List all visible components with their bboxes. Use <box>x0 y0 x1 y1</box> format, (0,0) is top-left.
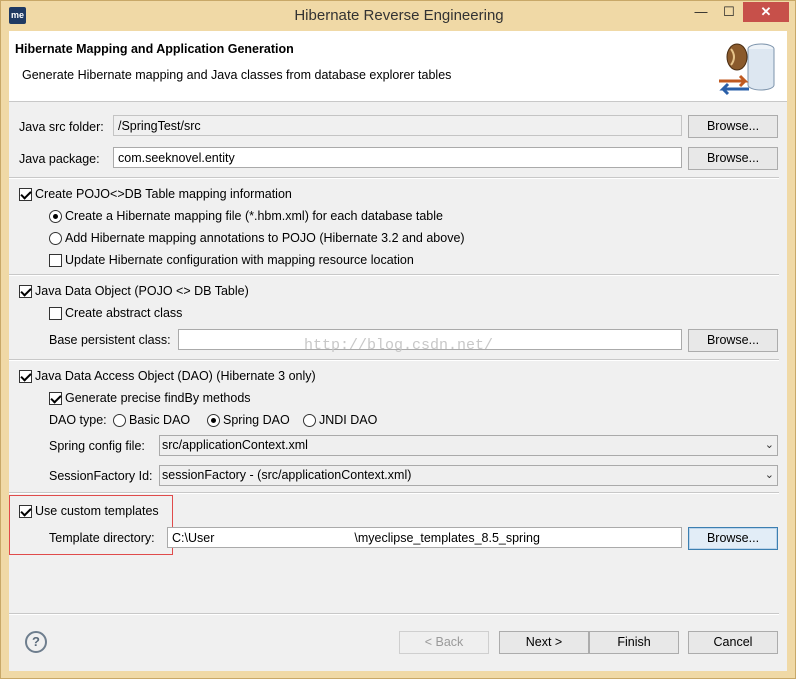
spring-dao-label: Spring DAO <box>223 413 290 427</box>
session-factory-label: SessionFactory Id: <box>49 469 153 483</box>
abstract-class-label: Create abstract class <box>65 306 183 320</box>
spring-config-value: src/applicationContext.xml <box>162 438 308 452</box>
finish-button[interactable]: Finish <box>589 631 679 654</box>
template-dir-suffix: \myeclipse_templates_8.5_spring <box>354 531 540 545</box>
base-class-label: Base persistent class: <box>49 333 171 347</box>
divider <box>9 177 779 179</box>
src-folder-label: Java src folder: <box>19 120 104 134</box>
update-config-label: Update Hibernate configuration with mapp… <box>65 253 414 267</box>
jndi-dao-radio[interactable] <box>303 414 316 427</box>
abstract-class-checkbox[interactable] <box>49 307 62 320</box>
divider <box>9 274 779 276</box>
chevron-down-icon: ⌄ <box>764 439 774 451</box>
dao-type-label: DAO type: <box>49 413 107 427</box>
divider <box>9 359 779 361</box>
page-description: Generate Hibernate mapping and Java clas… <box>22 68 452 82</box>
update-config-checkbox[interactable] <box>49 254 62 267</box>
wizard-header: Hibernate Mapping and Application Genera… <box>9 31 787 102</box>
annotations-radio[interactable] <box>49 232 62 245</box>
spring-dao-radio[interactable] <box>207 414 220 427</box>
close-button[interactable]: ✕ <box>743 2 789 22</box>
pojo-mapping-label: Create POJO<>DB Table mapping informatio… <box>35 187 292 201</box>
jndi-dao-label: JNDI DAO <box>319 413 378 427</box>
help-icon[interactable]: ? <box>25 631 47 653</box>
hbm-file-label: Create a Hibernate mapping file (*.hbm.x… <box>65 209 443 223</box>
session-factory-value: sessionFactory - (src/applicationContext… <box>162 468 412 482</box>
spring-config-label: Spring config file: <box>49 439 145 453</box>
dao-label: Java Data Access Object (DAO) (Hibernate… <box>35 369 316 383</box>
next-button[interactable]: Next > <box>499 631 589 654</box>
basic-dao-radio[interactable] <box>113 414 126 427</box>
java-data-object-checkbox[interactable] <box>19 285 32 298</box>
title-bar: me Hibernate Reverse Engineering — ☐ ✕ <box>1 1 795 31</box>
spring-config-select[interactable]: src/applicationContext.xml ⌄ <box>159 435 778 456</box>
template-dir-label: Template directory: <box>49 531 155 545</box>
dao-checkbox[interactable] <box>19 370 32 383</box>
template-dir-prefix: C:\User <box>172 531 215 545</box>
minimize-button[interactable]: — <box>688 2 714 22</box>
divider <box>9 492 779 494</box>
pojo-mapping-checkbox[interactable] <box>19 188 32 201</box>
watermark-text: http://blog.csdn.net/ <box>304 337 494 354</box>
custom-templates-label: Use custom templates <box>35 504 159 518</box>
package-browse-button[interactable]: Browse... <box>688 147 778 170</box>
base-class-browse-button[interactable]: Browse... <box>688 329 778 352</box>
page-title: Hibernate Mapping and Application Genera… <box>15 42 294 56</box>
annotations-label: Add Hibernate mapping annotations to POJ… <box>65 231 465 245</box>
window-title: Hibernate Reverse Engineering <box>294 7 504 24</box>
hbm-file-radio[interactable] <box>49 210 62 223</box>
src-folder-field[interactable]: /SpringTest/src <box>113 115 682 136</box>
cancel-button[interactable]: Cancel <box>688 631 778 654</box>
maximize-button[interactable]: ☐ <box>716 2 742 22</box>
divider <box>9 613 779 615</box>
java-data-object-label: Java Data Object (POJO <> DB Table) <box>35 284 249 298</box>
session-factory-select[interactable]: sessionFactory - (src/applicationContext… <box>159 465 778 486</box>
template-dir-browse-button[interactable]: Browse... <box>688 527 778 550</box>
src-browse-button[interactable]: Browse... <box>688 115 778 138</box>
findby-checkbox[interactable] <box>49 392 62 405</box>
dialog-window: me Hibernate Reverse Engineering — ☐ ✕ H… <box>0 0 796 679</box>
chevron-down-icon: ⌄ <box>764 469 774 481</box>
back-button[interactable]: < Back <box>399 631 489 654</box>
package-field[interactable]: com.seeknovel.entity <box>113 147 682 168</box>
package-label: Java package: <box>19 152 100 166</box>
basic-dao-label: Basic DAO <box>129 413 191 427</box>
custom-templates-checkbox[interactable] <box>19 505 32 518</box>
findby-label: Generate precise findBy methods <box>65 391 251 405</box>
database-beans-icon <box>719 43 775 96</box>
template-dir-field[interactable]: C:\User \myeclipse_templates_8.5_spring <box>167 527 682 548</box>
dialog-body: Hibernate Mapping and Application Genera… <box>9 31 787 671</box>
